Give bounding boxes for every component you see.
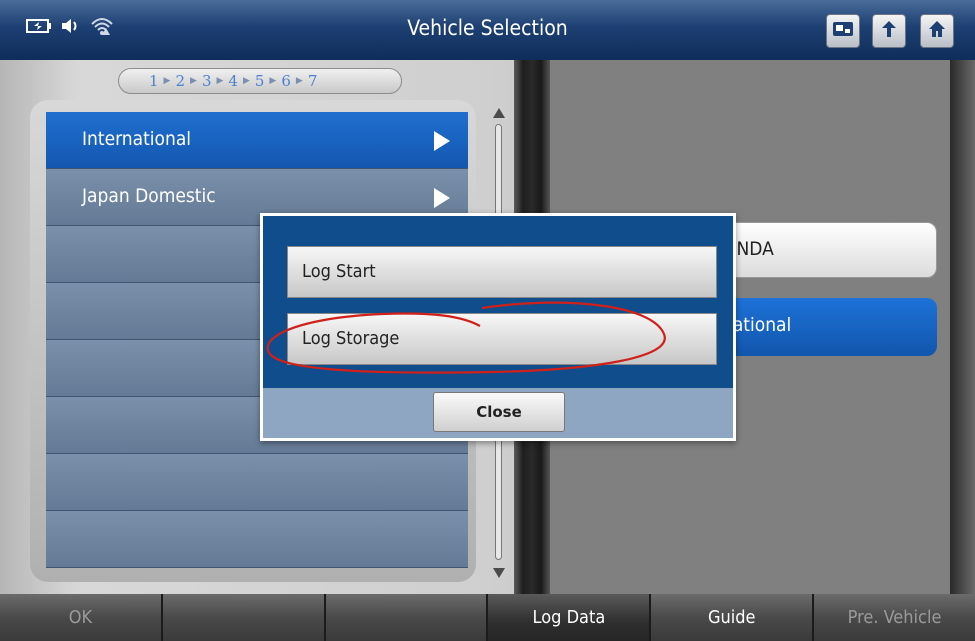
- home-button[interactable]: [920, 14, 954, 48]
- list-item-international[interactable]: International: [46, 112, 468, 169]
- toolbar-empty-button-1[interactable]: [162, 594, 326, 641]
- dialog-body: Log Start Log Storage Close: [263, 216, 733, 438]
- list-item-empty: [46, 511, 468, 568]
- screenshot-icon: [832, 20, 854, 42]
- breadcrumb-step-5: 5: [254, 72, 265, 90]
- breadcrumb: 1 ▶ 2 ▶ 3 ▶ 4 ▶ 5 ▶ 6 ▶ 7: [118, 68, 402, 94]
- log-storage-button[interactable]: Log Storage: [287, 313, 717, 365]
- back-icon: [879, 19, 899, 43]
- breadcrumb-step-3: 3: [201, 72, 212, 90]
- screenshot-button[interactable]: [826, 14, 860, 48]
- bottom-toolbar: OK Log Data Guide Pre. Vehicle: [0, 594, 975, 641]
- scroll-up-icon[interactable]: [493, 108, 505, 118]
- log-storage-label: Log Storage: [302, 328, 400, 349]
- previous-vehicle-button[interactable]: Pre. Vehicle: [814, 594, 975, 641]
- breadcrumb-arrow-icon: ▶: [242, 76, 250, 86]
- toolbar-empty-button-2[interactable]: [325, 594, 489, 641]
- chevron-right-icon: [434, 188, 450, 208]
- log-data-button[interactable]: Log Data: [488, 594, 652, 641]
- ok-button[interactable]: OK: [0, 594, 163, 641]
- log-start-label: Log Start: [302, 261, 376, 282]
- home-icon: [927, 19, 947, 43]
- list-item-label: International: [82, 128, 192, 150]
- breadcrumb-step-1: 1: [149, 72, 159, 90]
- list-item-label: Japan Domestic: [82, 185, 216, 207]
- breadcrumb-arrow-icon: ▶: [190, 76, 197, 86]
- breadcrumb-arrow-icon: ▶: [216, 76, 224, 86]
- breadcrumb-arrow-icon: ▶: [163, 76, 171, 86]
- list-item-empty: [46, 454, 468, 511]
- guide-button[interactable]: Guide: [651, 594, 815, 641]
- breadcrumb-arrow-icon: ▶: [269, 76, 277, 86]
- breadcrumb-step-2: 2: [175, 72, 186, 90]
- breadcrumb-arrow-icon: ▶: [295, 76, 303, 86]
- title-bar: Vehicle Selection: [0, 0, 975, 61]
- right-edge: [950, 60, 975, 594]
- log-start-button[interactable]: Log Start: [287, 246, 717, 298]
- log-dialog: Log Start Log Storage Close: [260, 213, 736, 441]
- breadcrumb-step-7: 7: [307, 72, 318, 90]
- breadcrumb-step-4: 4: [228, 72, 238, 90]
- back-button[interactable]: [872, 14, 906, 48]
- breadcrumb-step-6: 6: [281, 72, 291, 90]
- scroll-down-icon[interactable]: [493, 568, 505, 578]
- chevron-right-icon: [434, 131, 450, 151]
- close-button[interactable]: Close: [433, 392, 565, 432]
